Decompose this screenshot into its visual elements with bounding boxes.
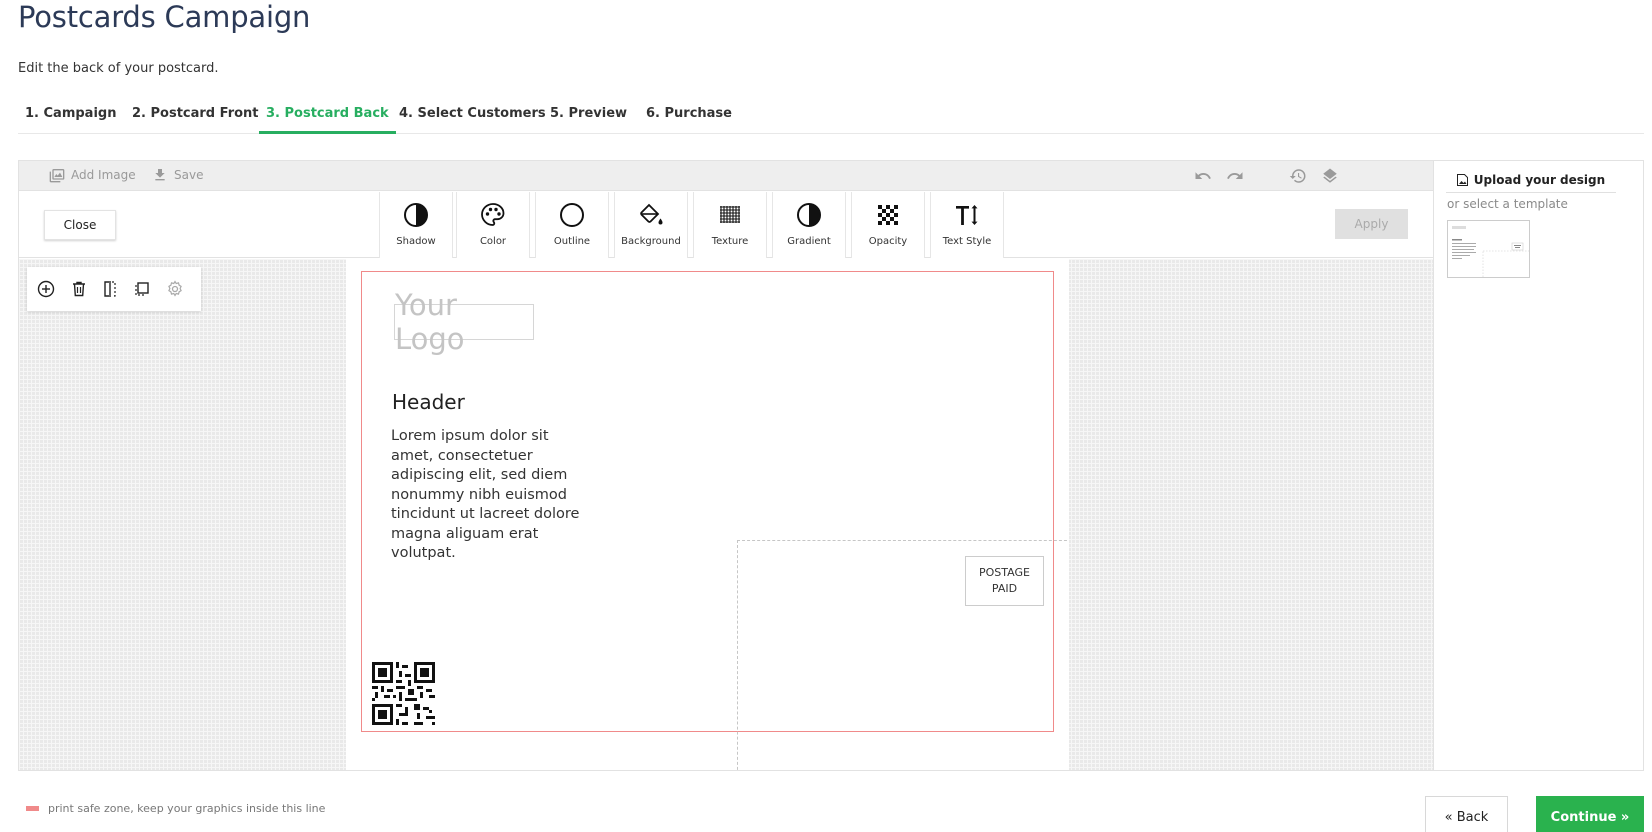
gradient-icon	[797, 203, 821, 227]
tool-gradient[interactable]: Gradient	[772, 192, 846, 258]
tab-purchase[interactable]: 6. Purchase	[639, 98, 739, 134]
file-image-icon	[1456, 173, 1468, 186]
tool-label: Gradient	[787, 236, 831, 247]
postage-line-1: POSTAGE	[979, 566, 1030, 579]
outline-icon	[560, 203, 584, 227]
safe-zone-legend: print safe zone, keep your graphics insi…	[26, 802, 325, 815]
template-preview-image	[1448, 221, 1529, 277]
postage-indicia: POSTAGE PAID	[965, 556, 1044, 606]
postcard-back[interactable]: Your Logo Header Lorem ipsum dolor sit a…	[346, 259, 1069, 770]
palette-icon	[481, 203, 505, 226]
tool-shadow[interactable]: Shadow	[379, 192, 453, 258]
upload-design-button[interactable]: Upload your design	[1446, 167, 1616, 193]
close-button[interactable]: Close	[44, 210, 116, 240]
tool-background[interactable]: Background	[614, 192, 688, 258]
page-title: Postcards Campaign	[18, 0, 311, 34]
canvas-workspace: Your Logo Header Lorem ipsum dolor sit a…	[19, 259, 1433, 770]
continue-button[interactable]: Continue »	[1536, 796, 1644, 832]
texture-icon	[720, 206, 740, 223]
download-icon	[155, 169, 165, 181]
page-subtitle: Edit the back of your postcard.	[18, 61, 219, 76]
history-icon[interactable]	[1289, 167, 1307, 185]
template-thumbnail[interactable]	[1447, 220, 1530, 278]
tool-label: Text Style	[942, 236, 992, 247]
apply-button[interactable]: Apply	[1335, 209, 1408, 239]
tool-label: Background	[621, 236, 681, 247]
tool-label: Shadow	[396, 236, 436, 247]
shadow-icon	[404, 203, 428, 227]
layers-icon[interactable]	[1321, 167, 1339, 185]
trash-icon[interactable]	[70, 280, 88, 298]
checkerboard-icon	[878, 205, 898, 225]
object-toolbar	[27, 267, 201, 311]
card-header-text[interactable]: Header	[392, 390, 465, 414]
back-button[interactable]: « Back	[1425, 796, 1508, 832]
tab-preview[interactable]: 5. Preview	[543, 98, 634, 134]
tool-label: Opacity	[868, 236, 908, 247]
safe-zone-legend-text: print safe zone, keep your graphics insi…	[48, 802, 326, 815]
paint-bucket-icon	[640, 203, 663, 225]
redo-icon[interactable]	[1226, 167, 1244, 185]
tab-postcard-back[interactable]: 3. Postcard Back	[259, 98, 396, 134]
tab-select-customers[interactable]: 4. Select Customers	[392, 98, 553, 134]
tool-label: Texture	[711, 236, 749, 247]
or-select-template-label: or select a template	[1447, 197, 1568, 211]
add-image-label: Add Image	[71, 168, 136, 182]
tab-postcard-front[interactable]: 2. Postcard Front	[125, 98, 266, 134]
image-icon	[49, 169, 65, 183]
settings-icon[interactable]	[166, 280, 184, 298]
editor-topbar: Add Image Save	[19, 161, 1433, 191]
effects-toolbar: Close Shadow Color Outline Background Te…	[19, 192, 1433, 258]
step-tabs: 1. Campaign 2. Postcard Front 3. Postcar…	[18, 98, 1644, 134]
tool-label: Outline	[553, 236, 591, 247]
save-button[interactable]: Save	[152, 167, 203, 183]
flip-icon[interactable]	[101, 280, 119, 298]
tool-label: Color	[479, 236, 507, 247]
text-style-icon	[956, 205, 978, 225]
upload-design-label: Upload your design	[1473, 172, 1606, 187]
add-icon[interactable]	[37, 280, 55, 298]
design-sidebar: Upload your design or select a template	[1434, 160, 1644, 771]
save-label: Save	[174, 168, 204, 182]
tool-color[interactable]: Color	[456, 192, 530, 258]
postcard-editor: Add Image Save Close Shadow Color Outlin…	[18, 160, 1434, 771]
tab-campaign[interactable]: 1. Campaign	[18, 98, 123, 134]
tool-outline[interactable]: Outline	[535, 192, 609, 258]
postage-line-2: PAID	[991, 582, 1018, 595]
card-body-text[interactable]: Lorem ipsum dolor sit amet, consectetuer…	[391, 427, 591, 564]
qr-code-image[interactable]	[372, 662, 435, 725]
tool-text-style[interactable]: Text Style	[930, 192, 1004, 258]
undo-icon[interactable]	[1194, 167, 1212, 185]
logo-placeholder[interactable]: Your Logo	[394, 288, 534, 356]
add-image-button[interactable]: Add Image	[49, 167, 136, 183]
duplicate-icon[interactable]	[133, 280, 151, 298]
tool-texture[interactable]: Texture	[693, 192, 767, 258]
safe-zone-swatch	[26, 806, 39, 811]
tool-opacity[interactable]: Opacity	[851, 192, 925, 258]
